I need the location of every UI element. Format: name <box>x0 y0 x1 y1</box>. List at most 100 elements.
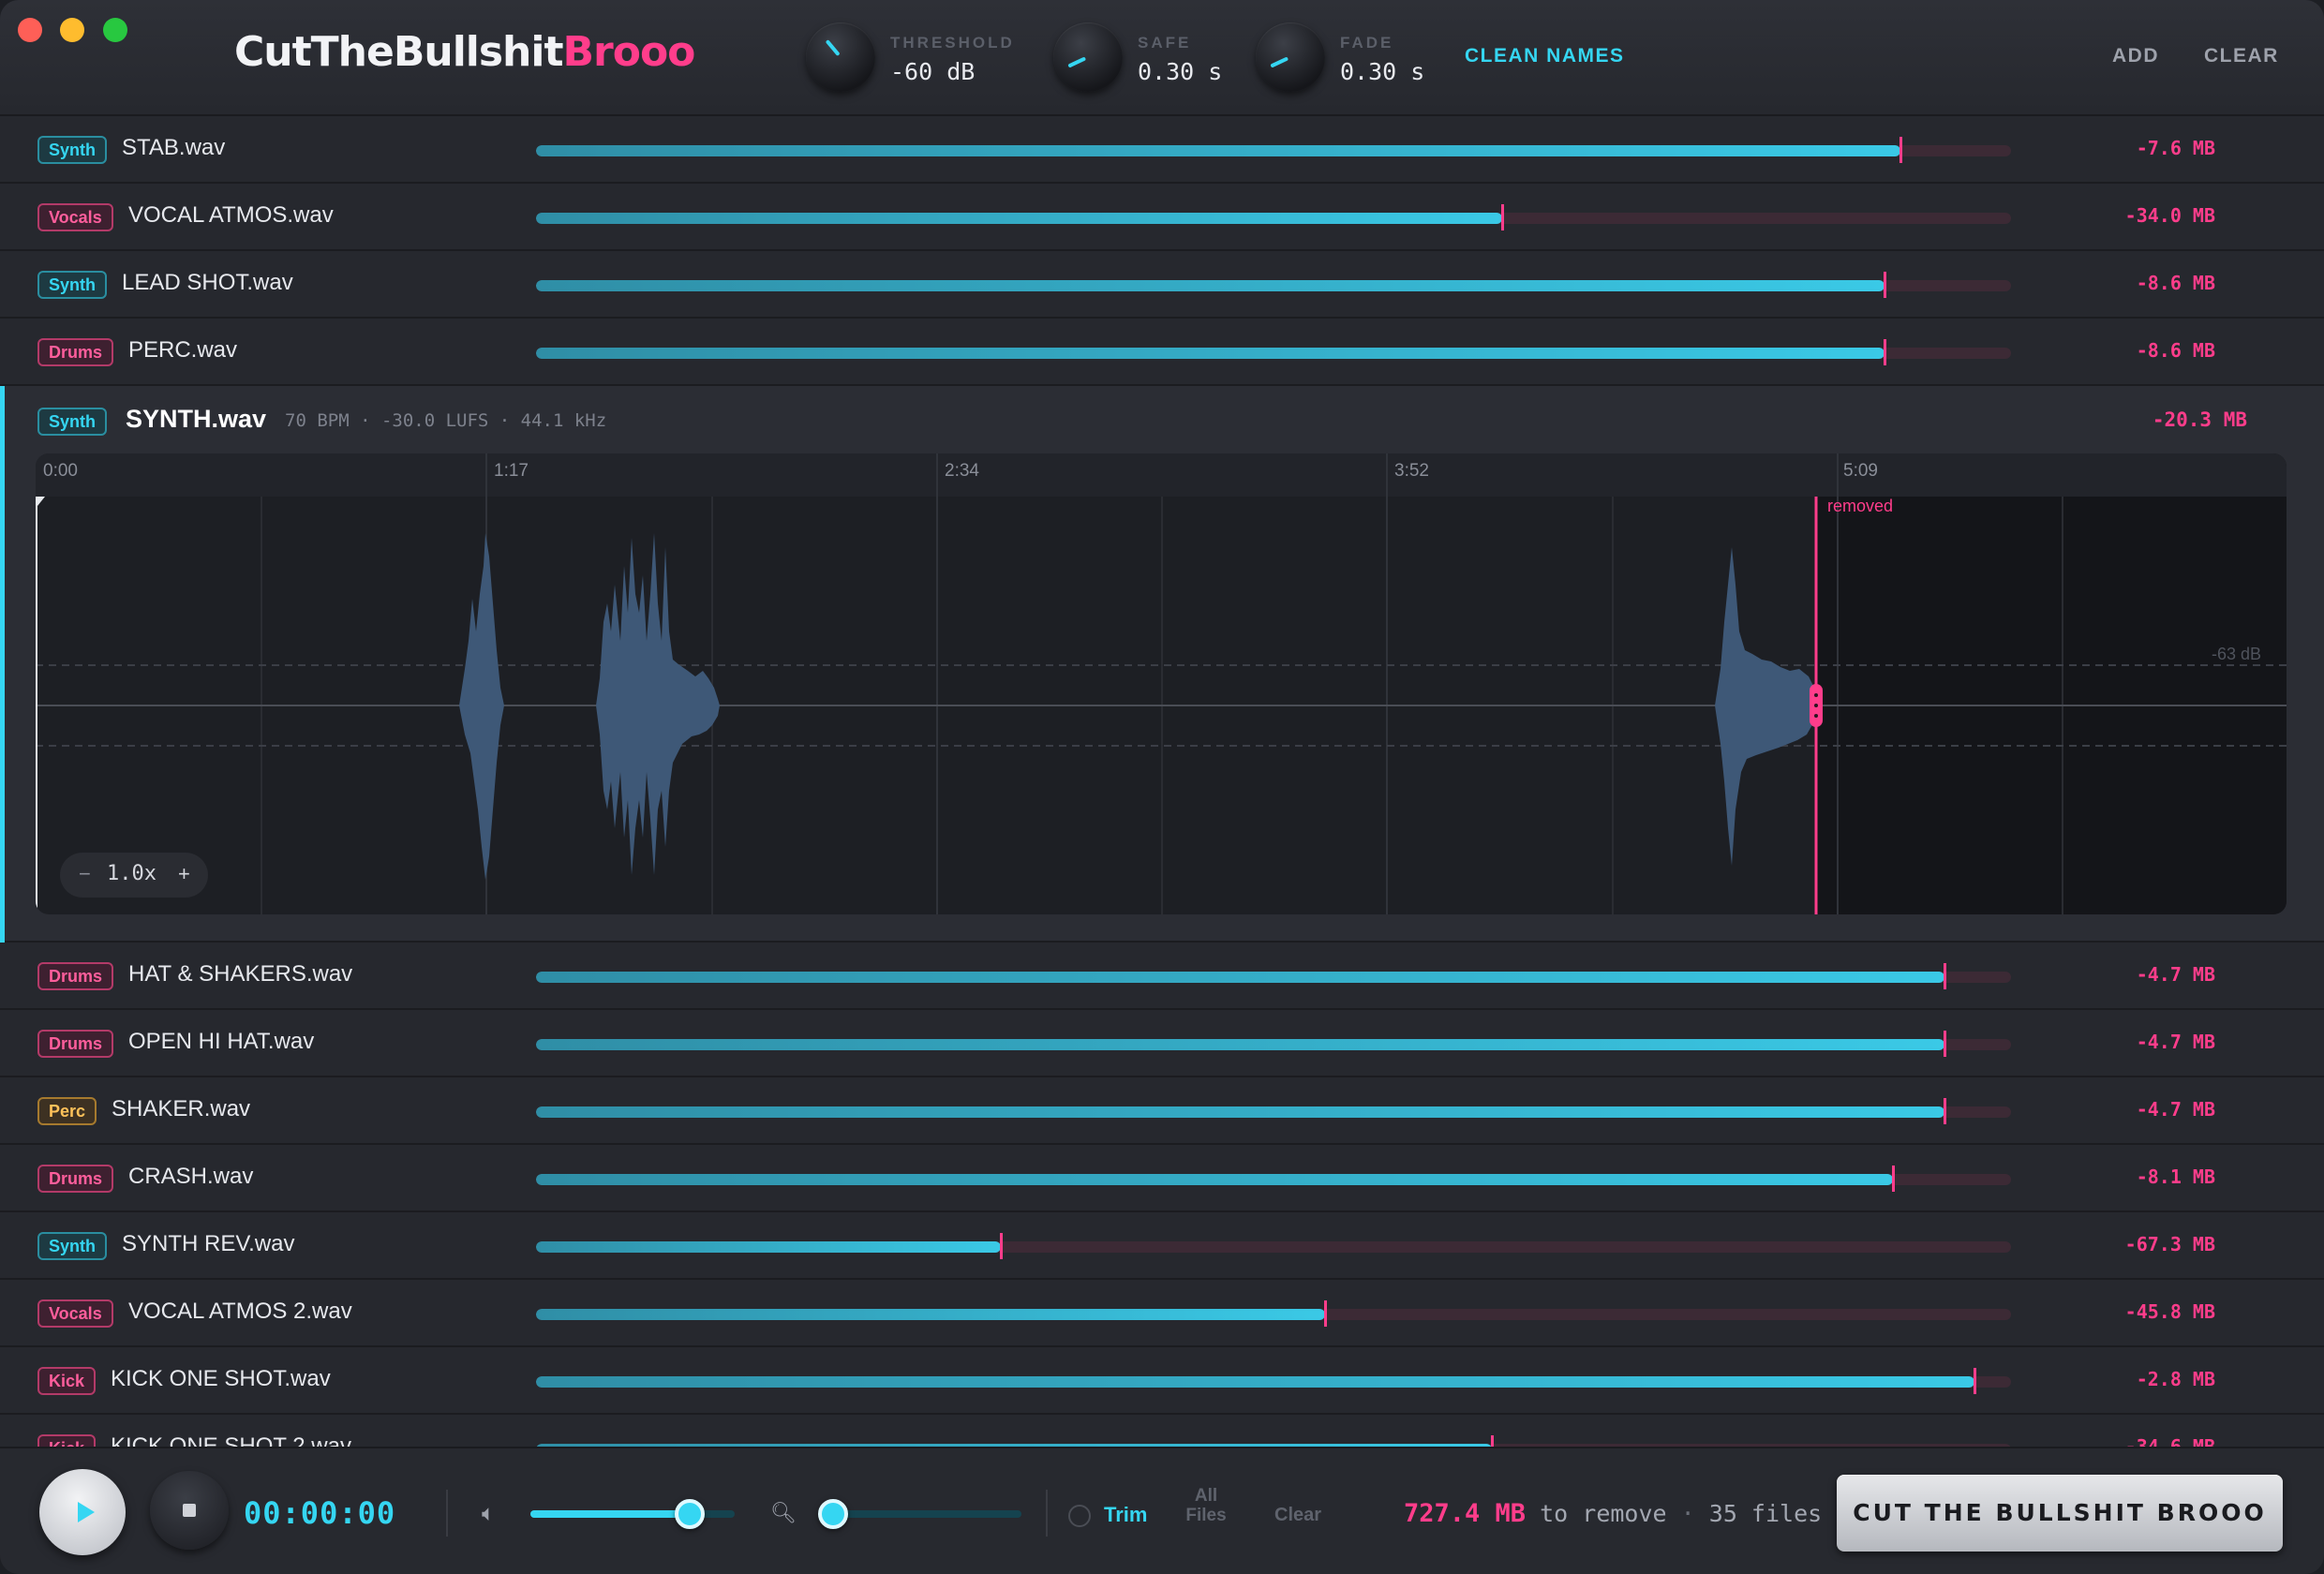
file-tag: Perc <box>37 1097 97 1125</box>
add-button[interactable]: ADD <box>2112 45 2159 67</box>
trim-label[interactable]: Trim <box>1104 1503 1147 1527</box>
kept-audio-fill <box>536 145 1900 156</box>
file-row[interactable]: Kick KICK ONE SHOT.wav -2.8 MB <box>0 1347 2324 1415</box>
clear-trim-button[interactable]: Clear <box>1274 1505 1321 1526</box>
header-toolbar: CutTheBullshitBrooo THRESHOLD -60 dB SAF… <box>0 0 2324 116</box>
brand-name: CutTheBullshit <box>234 28 563 76</box>
cut-marker[interactable] <box>999 1233 1003 1259</box>
volume-icon: 🔈︎ <box>482 1501 496 1526</box>
app-logo: CutTheBullshitBrooo <box>234 28 695 76</box>
kept-audio-fill <box>536 1309 1326 1320</box>
trim-bar[interactable] <box>536 213 2011 224</box>
cut-marker[interactable] <box>1892 1166 1896 1192</box>
time-label: 5:09 <box>1843 461 1878 481</box>
close-window-button[interactable] <box>18 18 42 42</box>
file-row[interactable]: Synth STAB.wav -7.6 MB <box>0 116 2324 184</box>
trim-bar[interactable] <box>536 1376 2011 1388</box>
trim-bar[interactable] <box>536 348 2011 359</box>
removed-label: removed <box>1827 497 1893 515</box>
file-tag: Vocals <box>37 1299 113 1328</box>
zoom-icon: 🔍︎ <box>770 1501 797 1524</box>
cut-marker[interactable] <box>1944 1031 1947 1057</box>
file-row[interactable]: Kick KICK ONE SHOT 2.wav -34.6 MB <box>0 1415 2324 1447</box>
cut-marker[interactable] <box>1883 339 1886 365</box>
cut-marker[interactable] <box>1324 1300 1328 1327</box>
cut-marker[interactable] <box>1973 1368 1976 1394</box>
threshold-value: -60 dB <box>890 58 976 85</box>
file-row[interactable]: Synth LEAD SHOT.wav -8.6 MB <box>0 251 2324 319</box>
file-tag: Drums <box>37 1030 114 1058</box>
safe-knob[interactable] <box>1053 22 1123 92</box>
kept-audio-fill <box>536 1376 1974 1388</box>
file-list: Synth SYNTH.wav 70 BPM · -30.0 LUFS · 44… <box>0 116 2324 1447</box>
trim-bar[interactable] <box>536 1039 2011 1050</box>
file-row[interactable]: Drums OPEN HI HAT.wav -4.7 MB <box>0 1010 2324 1077</box>
divider <box>446 1490 448 1537</box>
file-size-saving: -7.6 MB <box>2136 137 2215 159</box>
kept-audio-fill <box>536 280 1885 291</box>
file-row[interactable]: Drums HAT & SHAKERS.wav -4.7 MB <box>0 943 2324 1010</box>
cut-marker[interactable] <box>1490 1435 1494 1447</box>
zoom-window-button[interactable] <box>103 18 127 42</box>
file-row[interactable]: Drums CRASH.wav -8.1 MB <box>0 1145 2324 1212</box>
threshold-knob[interactable] <box>806 22 875 92</box>
file-row[interactable]: Drums PERC.wav -8.6 MB <box>0 319 2324 386</box>
trim-bar[interactable] <box>536 145 2011 156</box>
trim-bar[interactable] <box>536 280 2011 291</box>
expanded-file-row[interactable]: Synth SYNTH.wav 70 BPM · -30.0 LUFS · 44… <box>0 386 2324 943</box>
clean-names-button[interactable]: CLEAN NAMES <box>1465 45 1625 67</box>
file-meta: 70 BPM · -30.0 LUFS · 44.1 kHz <box>285 410 607 431</box>
file-row[interactable]: Perc SHAKER.wav -4.7 MB <box>0 1077 2324 1145</box>
zoom-in-button[interactable]: + <box>178 862 190 886</box>
file-name: KICK ONE SHOT 2.wav <box>111 1433 351 1447</box>
cut-marker[interactable] <box>1944 963 1947 989</box>
file-row[interactable]: Vocals VOCAL ATMOS 2.wav -45.8 MB <box>0 1280 2324 1347</box>
kept-audio-fill <box>536 1174 1894 1185</box>
file-row[interactable]: Synth SYNTH REV.wav -67.3 MB <box>0 1212 2324 1280</box>
trim-bar[interactable] <box>536 1309 2011 1320</box>
play-button[interactable] <box>39 1469 126 1555</box>
trim-bar[interactable] <box>536 1174 2011 1185</box>
fade-value: 0.30 s <box>1340 58 1425 85</box>
file-size-saving: -45.8 MB <box>2124 1300 2215 1323</box>
trim-bar[interactable] <box>536 972 2011 983</box>
file-name: LEAD SHOT.wav <box>122 270 293 295</box>
minimize-window-button[interactable] <box>60 18 84 42</box>
volume-fill <box>530 1510 691 1518</box>
file-row[interactable]: Vocals VOCAL ATMOS.wav -34.0 MB <box>0 184 2324 251</box>
file-tag: Drums <box>37 962 114 990</box>
file-name: STAB.wav <box>122 135 226 160</box>
file-size-saving: -4.7 MB <box>2136 1031 2215 1053</box>
volume-slider[interactable] <box>530 1499 735 1529</box>
zoom-out-button[interactable]: − <box>79 862 91 886</box>
safe-value: 0.30 s <box>1138 58 1223 85</box>
kept-audio-fill <box>536 1241 1001 1253</box>
stop-button[interactable] <box>150 1471 229 1550</box>
cut-marker[interactable] <box>1883 272 1886 298</box>
divider <box>1046 1490 1048 1537</box>
trim-bar[interactable] <box>536 1241 2011 1253</box>
trim-radio[interactable] <box>1068 1505 1091 1527</box>
cut-marker[interactable] <box>1899 137 1902 163</box>
file-tag: Drums <box>37 1165 114 1193</box>
all-files-option[interactable]: All Files <box>1183 1486 1229 1525</box>
trim-bar[interactable] <box>536 1106 2011 1118</box>
clear-button[interactable]: CLEAR <box>2204 45 2279 67</box>
waveform-panel[interactable]: 0:00 1:17 2:34 3:52 5:09 removed -63 dB … <box>36 453 2287 914</box>
waveform-graphic: 0:00 1:17 2:34 3:52 5:09 removed -63 dB <box>36 453 2287 914</box>
cut-marker[interactable] <box>1944 1098 1947 1124</box>
file-size-saving: -20.3 MB <box>2152 408 2247 431</box>
zoom-slider[interactable] <box>817 1499 1021 1529</box>
separator: · <box>1680 1500 1695 1527</box>
kept-audio-fill <box>536 972 1945 983</box>
cut-the-bullshit-button[interactable]: CUT THE BULLSHIT BROOO <box>1837 1475 2283 1552</box>
file-size-saving: -8.6 MB <box>2136 339 2215 362</box>
volume-thumb[interactable] <box>675 1499 706 1529</box>
file-tag: Kick <box>37 1434 97 1447</box>
cut-marker[interactable] <box>1500 204 1504 230</box>
time-label: 2:34 <box>945 461 979 481</box>
fade-knob[interactable] <box>1256 22 1325 92</box>
file-name: SHAKER.wav <box>112 1096 251 1121</box>
time-label: 0:00 <box>43 461 78 481</box>
zoom-thumb[interactable] <box>817 1499 848 1529</box>
